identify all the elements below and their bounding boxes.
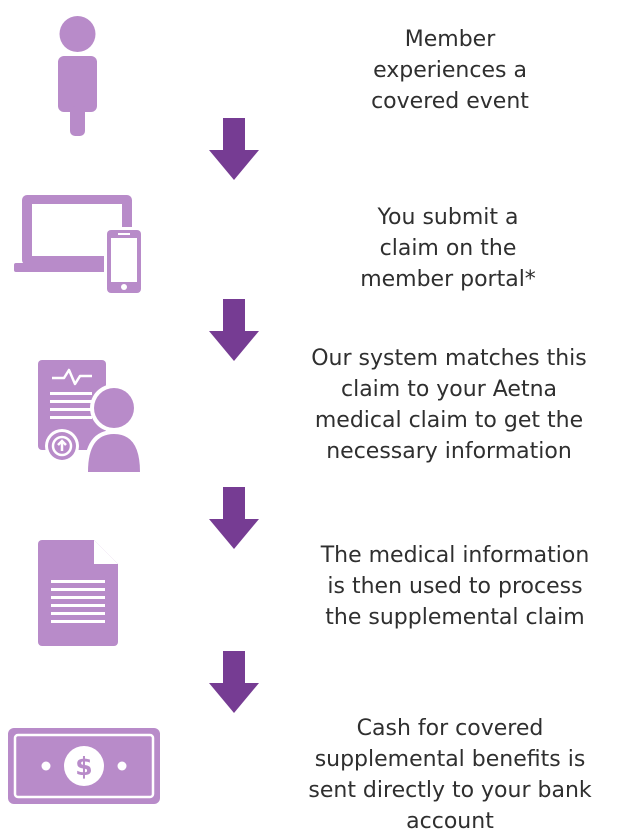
step-2-text: You submit a claim on the member portal* — [360, 205, 536, 292]
cash-bill-icon: $ — [8, 728, 160, 804]
dollar-sign: $ — [75, 752, 92, 781]
claim-document-person-icon — [38, 360, 140, 472]
document-icon — [38, 540, 118, 646]
down-arrow-icon — [209, 118, 259, 180]
step-1-text: Member experiences a covered event — [371, 27, 529, 114]
step-5-text: Cash for covered supplemental benefits i… — [308, 716, 592, 834]
down-arrow-icon — [209, 299, 259, 361]
down-arrow-icon — [209, 651, 259, 713]
person-icon — [58, 16, 97, 136]
down-arrow-icon — [209, 487, 259, 549]
step-4-text: The medical information is then used to … — [320, 543, 590, 630]
step-3-text: Our system matches this claim to your Ae… — [311, 346, 587, 464]
laptop-phone-icon — [14, 195, 144, 296]
